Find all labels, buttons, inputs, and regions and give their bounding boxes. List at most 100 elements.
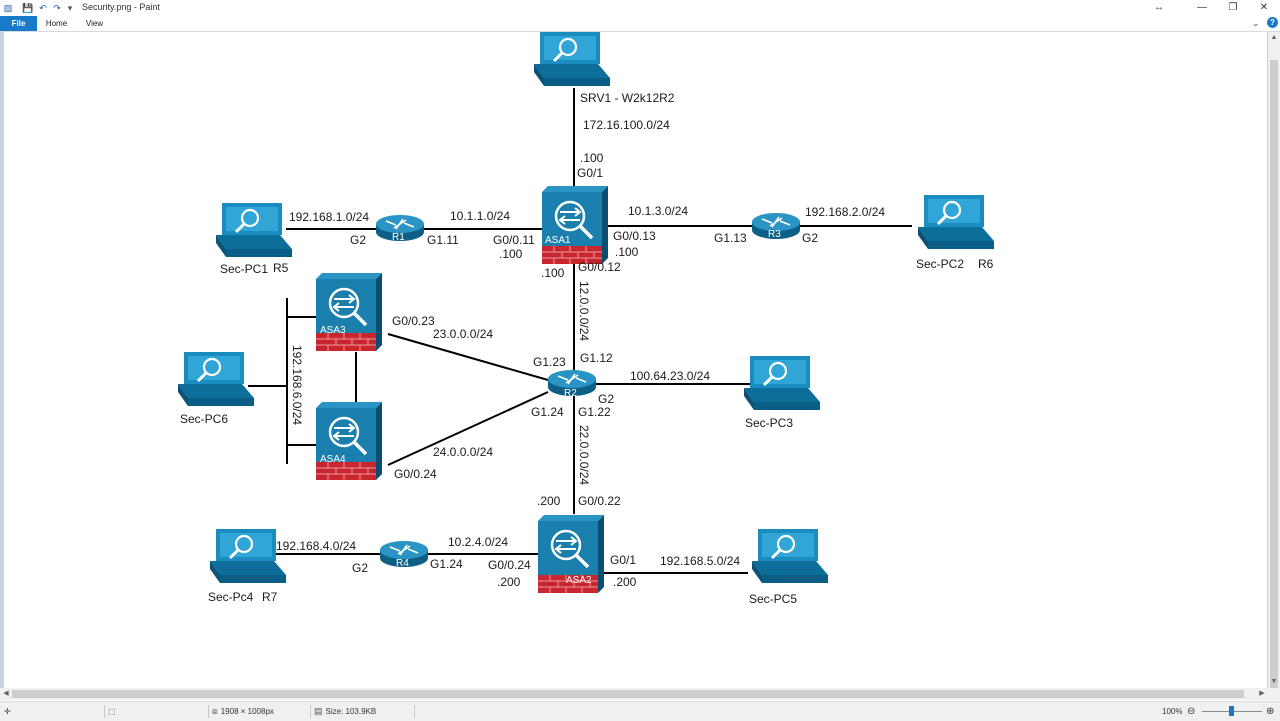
label-r2: R2 <box>564 388 577 399</box>
label-r5: R5 <box>273 261 289 275</box>
minimize-button[interactable]: — <box>1188 0 1216 16</box>
cursor-position-icon: ✛ <box>4 707 11 716</box>
iface-label: G0/1 <box>577 166 603 180</box>
close-button[interactable]: ✕ <box>1250 0 1278 16</box>
pc-sec-pc1 <box>214 201 294 259</box>
iface-label: G1.22 <box>578 405 611 419</box>
zoom-in-button[interactable]: ⊕ <box>1266 702 1274 721</box>
label-sec-pc1: Sec-PC1 <box>220 262 268 276</box>
status-divider <box>414 705 415 718</box>
image-dimensions-text: 1908 × 1008px <box>220 707 274 716</box>
net-label: 24.0.0.0/24 <box>433 445 493 459</box>
iface-label: G0/0.23 <box>392 314 435 328</box>
tab-view[interactable]: View <box>78 16 111 31</box>
scroll-left-icon[interactable]: ◀ <box>0 688 12 700</box>
scrollbar-corner <box>1268 688 1280 700</box>
iface-label: G1.13 <box>714 231 747 245</box>
net-label: 12.0.0.0/24 <box>577 281 591 341</box>
label-srv1: SRV1 - W2k12R2 <box>580 91 675 105</box>
scroll-up-icon[interactable]: ▲ <box>1268 32 1280 44</box>
label-asa4: ASA4 <box>320 454 346 465</box>
net-label: 192.168.1.0/24 <box>289 210 369 224</box>
title-bar: ▨ 💾 ↶ ↷ ▾ Security.png - Paint ↔ — ❐ ✕ <box>0 0 1280 16</box>
file-size-text: Size: 103.9KB <box>325 707 377 716</box>
firewall-asa1 <box>540 184 610 266</box>
scroll-down-icon[interactable]: ▼ <box>1268 676 1280 688</box>
iface-label: .100 <box>499 247 523 261</box>
firewall-asa3 <box>314 271 384 353</box>
iface-label: G1.24 <box>430 557 463 571</box>
net-label: 192.168.2.0/24 <box>805 205 885 219</box>
iface-label: G0/0.11 <box>493 233 535 247</box>
iface-label: G0/0.22 <box>578 494 621 508</box>
iface-label: G0/0.24 <box>394 467 437 481</box>
network-diagram: R1 R3 R2 R4 ASA1 ASA3 ASA4 ASA2 SRV1 - W… <box>176 32 996 606</box>
paint-app-icon: ▨ <box>3 3 13 13</box>
image-canvas[interactable]: R1 R3 R2 R4 ASA1 ASA3 ASA4 ASA2 SRV1 - W… <box>4 32 1267 688</box>
label-sec-pc5: Sec-PC5 <box>749 592 797 606</box>
pc-sec-pc2 <box>916 193 996 251</box>
vertical-scroll-thumb[interactable] <box>1270 60 1278 690</box>
net-label: 172.16.100.0/24 <box>583 118 670 132</box>
iface-label: G1.23 <box>533 355 566 369</box>
status-divider <box>104 705 105 718</box>
net-label: 10.2.4.0/24 <box>448 535 508 549</box>
undo-icon[interactable]: ↶ <box>37 2 49 14</box>
label-r3: R3 <box>768 229 781 240</box>
server-srv1 <box>532 32 612 88</box>
label-r7: R7 <box>262 590 278 604</box>
scroll-right-icon[interactable]: ▶ <box>1256 688 1268 700</box>
iface-label: G0/0.12 <box>578 260 621 274</box>
label-sec-pc2: Sec-PC2 <box>916 257 964 271</box>
image-dimensions: ⧈ 1908 × 1008px <box>212 702 274 721</box>
iface-label: .200 <box>613 575 637 589</box>
iface-label: G2 <box>350 233 366 247</box>
zoom-level: 100% <box>1162 707 1183 716</box>
quick-access-dropdown-icon[interactable]: ▾ <box>64 2 76 14</box>
iface-label: G2 <box>802 231 818 245</box>
iface-label: G1.11 <box>427 233 459 247</box>
status-divider <box>310 705 311 718</box>
net-label: 23.0.0.0/24 <box>433 327 493 341</box>
horizontal-scroll-thumb[interactable] <box>12 690 1244 698</box>
maximize-button[interactable]: ❐ <box>1219 0 1247 16</box>
horizontal-scrollbar[interactable]: ◀ ▶ <box>0 688 1268 700</box>
label-sec-pc3: Sec-PC3 <box>745 416 793 430</box>
save-icon[interactable]: 💾 <box>22 2 34 14</box>
zoom-out-button[interactable]: ⊖ <box>1187 702 1195 721</box>
net-label: 192.168.5.0/24 <box>660 554 740 568</box>
label-r4: R4 <box>396 558 409 569</box>
iface-label: G2 <box>598 392 614 406</box>
ribbon-expand-icon[interactable]: ⌄ <box>1252 18 1260 29</box>
label-r6: R6 <box>978 257 994 271</box>
tab-file[interactable]: File <box>0 16 37 31</box>
zoom-slider-thumb[interactable] <box>1229 706 1234 716</box>
iface-label: .200 <box>537 494 561 508</box>
net-label: 10.1.3.0/24 <box>628 204 688 218</box>
ribbon-tabs: File Home View ⌄ ? <box>0 16 1280 32</box>
net-label: 10.1.1.0/24 <box>450 209 510 223</box>
iface-label: G0/0.24 <box>488 558 531 572</box>
resize-icon: ↔ <box>1154 2 1164 13</box>
tab-home[interactable]: Home <box>40 16 73 31</box>
iface-label: .100 <box>580 151 604 165</box>
label-sec-pc6: Sec-PC6 <box>180 412 228 426</box>
selection-size-icon: ⬚ <box>108 707 116 716</box>
iface-label: G1.24 <box>531 405 564 419</box>
vertical-scrollbar[interactable]: ▲ ▼ <box>1268 32 1280 690</box>
iface-label: G0/1 <box>610 553 636 567</box>
pc-sec-pc5 <box>750 527 830 585</box>
canvas-workspace: R1 R3 R2 R4 ASA1 ASA3 ASA4 ASA2 SRV1 - W… <box>0 32 1268 688</box>
pc-sec-pc6 <box>176 350 256 408</box>
label-asa3: ASA3 <box>320 325 346 336</box>
redo-icon[interactable]: ↷ <box>51 2 63 14</box>
iface-label: G1.12 <box>580 351 613 365</box>
iface-label: .200 <box>497 575 521 589</box>
status-bar: ✛ ⬚ ⧈ 1908 × 1008px ▤ Size: 103.9KB 100% ⊖… <box>0 701 1280 721</box>
iface-label: .100 <box>615 245 639 259</box>
file-size: ▤ Size: 103.9KB <box>314 702 376 721</box>
window-title: Security.png - Paint <box>82 2 160 12</box>
help-button[interactable]: ? <box>1267 17 1278 28</box>
net-label: 100.64.23.0/24 <box>630 369 710 383</box>
iface-label: G0/0.13 <box>613 229 656 243</box>
